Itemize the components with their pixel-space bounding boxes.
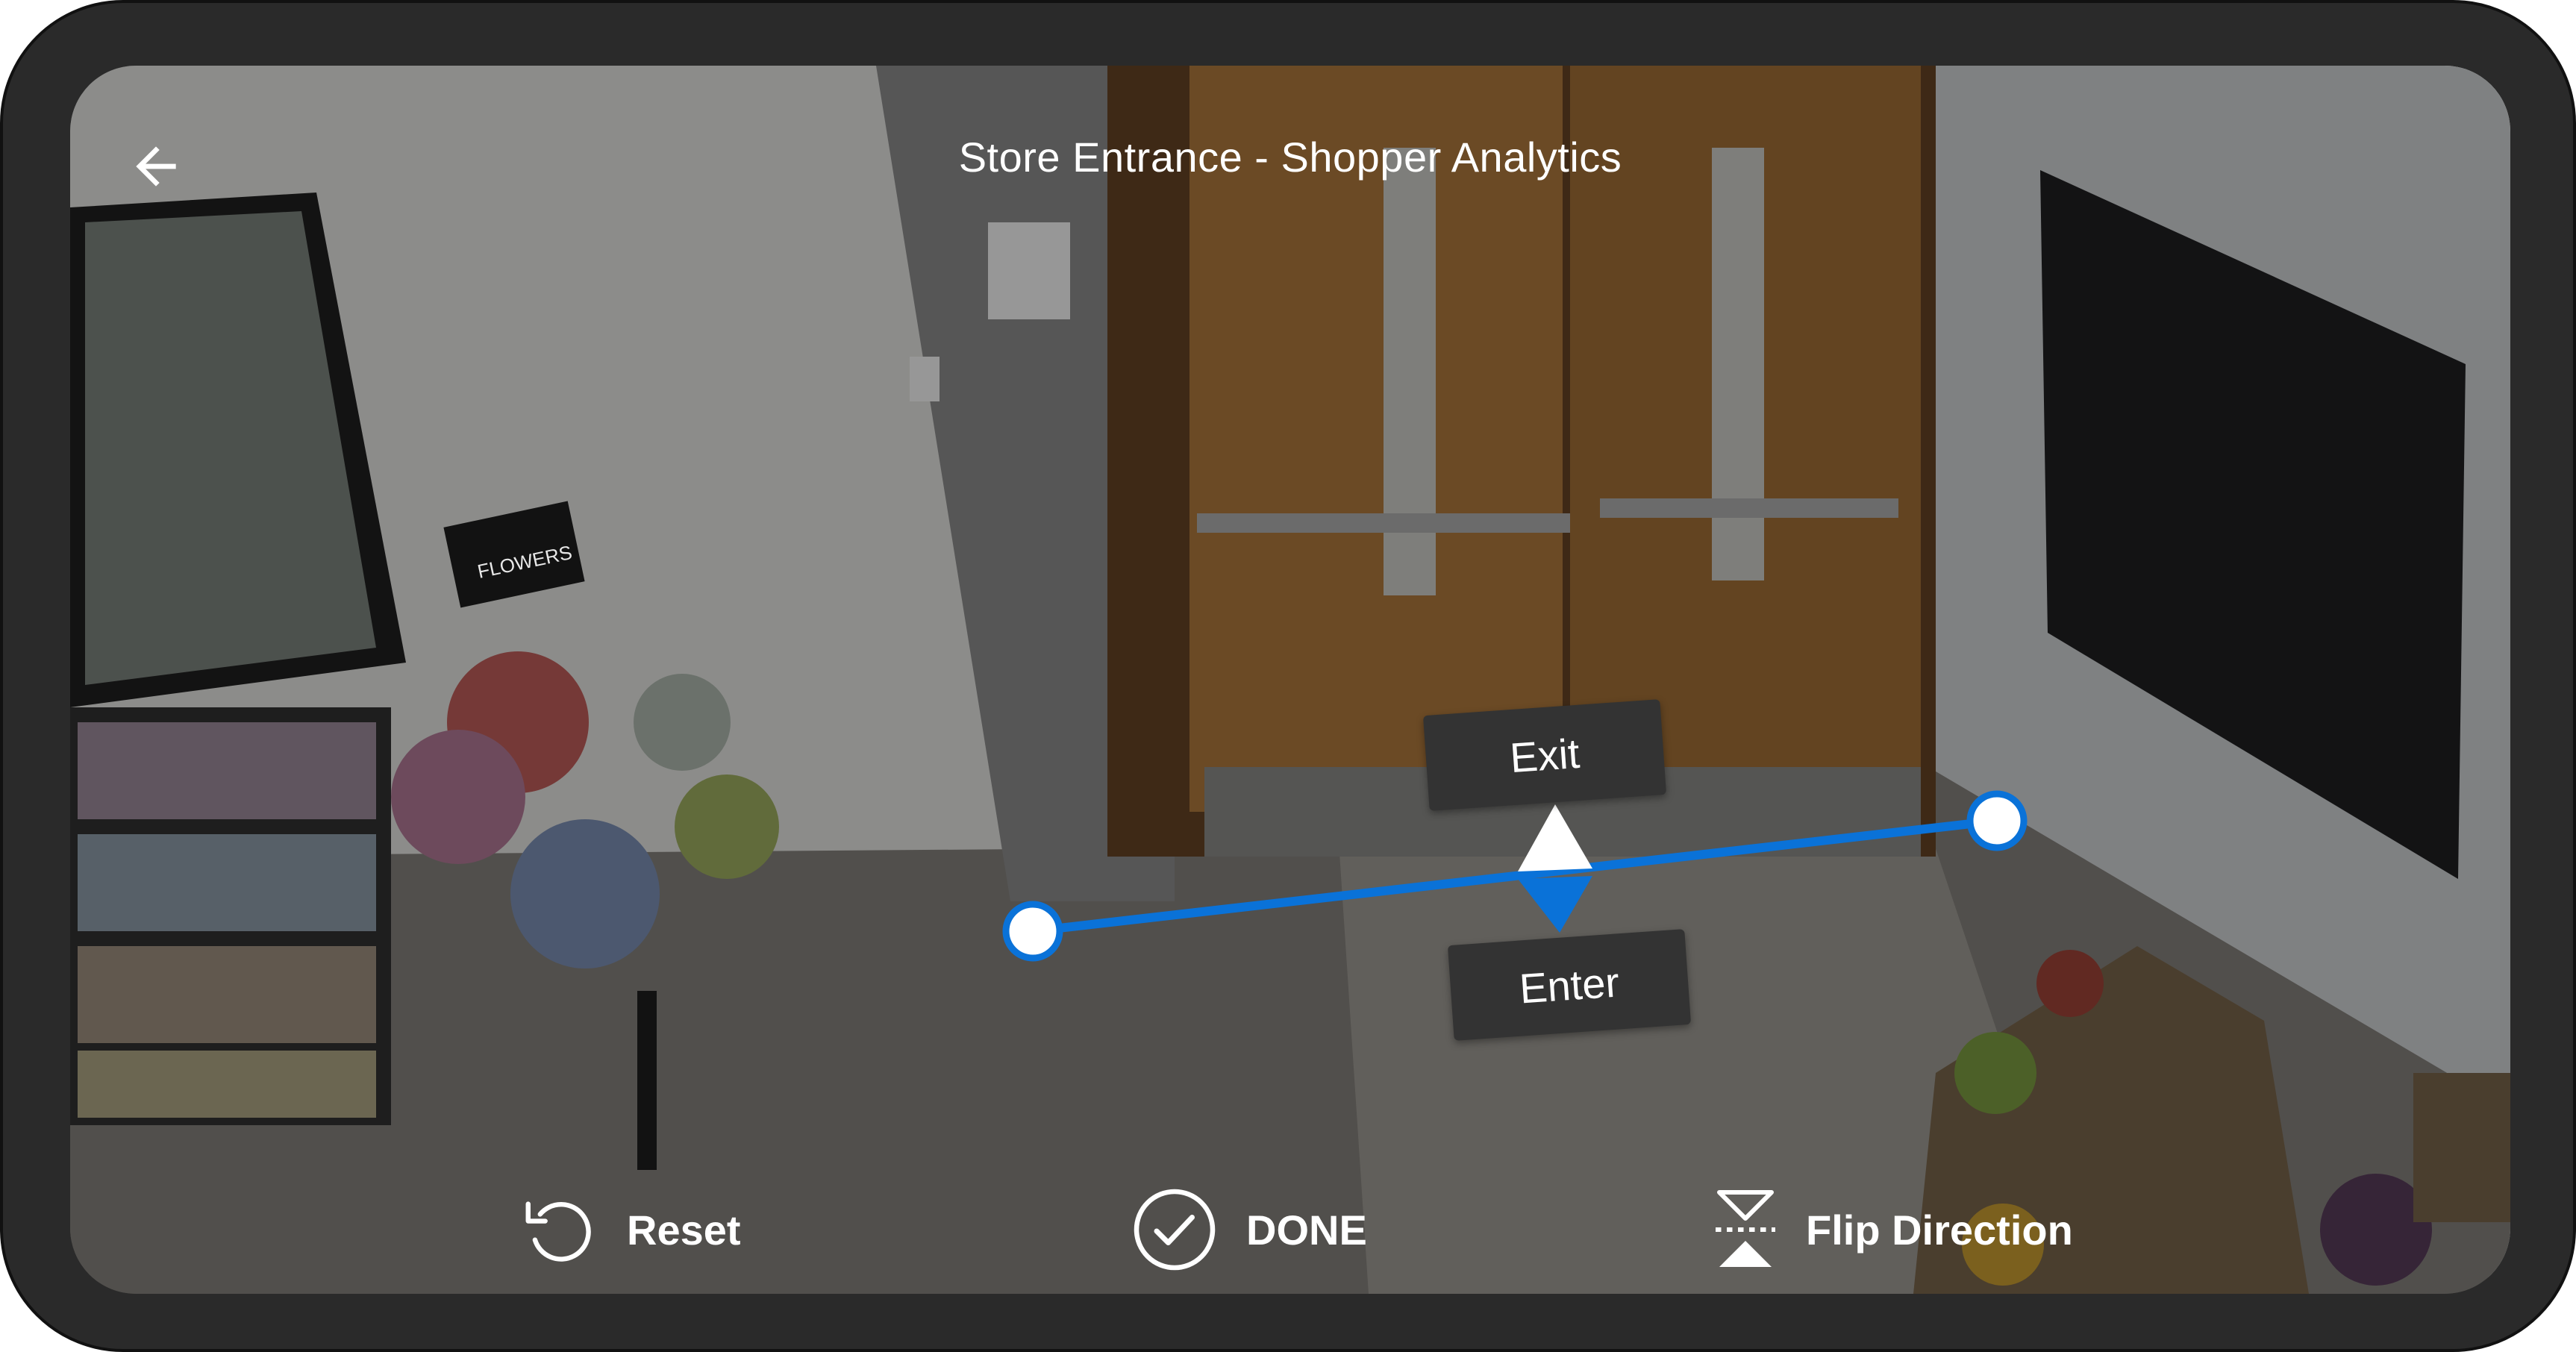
flip-direction-button[interactable]: Flip Direction	[1712, 1185, 2073, 1274]
line-end-handle[interactable]	[1966, 790, 2028, 851]
reset-label: Reset	[627, 1206, 741, 1254]
device-frame: FLOWERS Store Entrance - Shopper Analyti…	[0, 0, 2576, 1352]
bottom-action-bar: Reset DONE Flip Direction	[70, 1140, 2510, 1289]
undo-icon	[525, 1201, 591, 1262]
reset-button[interactable]: Reset	[518, 1185, 741, 1274]
flip-direction-label: Flip Direction	[1806, 1206, 2073, 1254]
line-start-handle[interactable]	[1002, 901, 1063, 962]
exit-label: Exit	[1422, 699, 1667, 811]
line-tool	[1002, 790, 2028, 962]
check-circle-icon	[1134, 1189, 1216, 1271]
crossing-line[interactable]	[1032, 816, 1998, 936]
flip-vertical-icon	[1716, 1190, 1775, 1267]
done-button[interactable]: DONE	[1130, 1185, 1367, 1274]
direction-arrows-icon	[1518, 804, 1592, 933]
enter-label: Enter	[1447, 929, 1692, 1041]
camera-screen: FLOWERS Store Entrance - Shopper Analyti…	[70, 66, 2510, 1294]
done-label: DONE	[1246, 1206, 1367, 1254]
